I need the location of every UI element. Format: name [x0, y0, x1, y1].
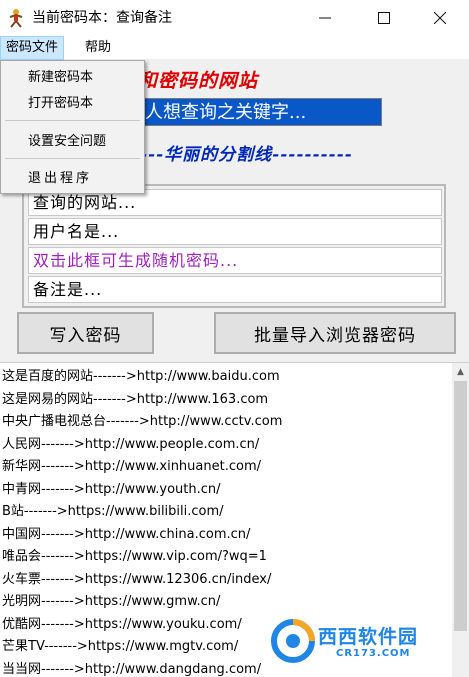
watermark-brand: 西西软件园 [318, 626, 419, 648]
search-input[interactable]: 人想查询之关键字... [138, 98, 382, 126]
list-item[interactable]: 中央广播电视总台------->http://www.cctv.com [2, 411, 442, 433]
list-item[interactable]: 唯品会------->https://www.vip.com/?wq=1 [2, 546, 442, 568]
menu-item-security-question[interactable]: 设置安全问题 [2, 131, 143, 153]
import-browser-passwords-button[interactable]: 批量导入浏览器密码 [214, 312, 456, 354]
list-item[interactable]: B站------->https://www.bilibili.com/ [2, 501, 442, 523]
maximize-icon [378, 12, 390, 24]
list-item[interactable]: 这是网易的网站------->http://www.163.com [2, 389, 442, 411]
list-item[interactable]: 人民网------->http://www.people.com.cn/ [2, 434, 442, 456]
scroll-thumb[interactable] [454, 381, 467, 631]
minimize-button[interactable] [296, 0, 354, 36]
watermark-domain: CR173.COM [336, 648, 411, 659]
decorative-divider-text: ---华丽的分割线---------- [140, 145, 353, 165]
menu-help[interactable]: 帮助 [80, 36, 116, 60]
title-bar: 当前密码本：查询备注 [0, 0, 469, 36]
maximize-button[interactable] [355, 0, 413, 36]
menu-bar: 密码文件 帮助 [0, 36, 469, 60]
list-item[interactable]: 中青网------->http://www.youth.cn/ [2, 479, 442, 501]
menu-separator [5, 120, 140, 121]
minimize-icon [319, 17, 331, 19]
list-item[interactable]: 新华网------->http://www.xinhuanet.com/ [2, 456, 442, 478]
username-field[interactable]: 用户名是... [28, 218, 442, 245]
list-item[interactable]: 火车票------->https://www.12306.cn/index/ [2, 569, 442, 591]
site-watermark: 西西软件园 CR173.COM [270, 618, 460, 666]
scroll-up-icon[interactable]: ▲ [452, 363, 469, 380]
close-button[interactable] [411, 0, 469, 36]
menu-item-new-book[interactable]: 新建密码本 [2, 67, 143, 89]
menu-item-open-book[interactable]: 打开密码本 [2, 93, 143, 115]
entry-fields-group: 查询的网站... 用户名是... 双击此框可生成随机密码... 备注是... [22, 184, 446, 308]
menu-separator [5, 158, 140, 159]
watermark-logo-icon [271, 619, 315, 663]
file-dropdown-menu: 新建密码本 打开密码本 设置安全问题 退出程序 [0, 60, 145, 194]
window-title: 当前密码本：查询备注 [32, 10, 172, 26]
list-item[interactable]: 这是百度的网站------->http://www.baidu.com [2, 366, 442, 388]
list-item[interactable]: 中国网------->http://www.china.com.cn/ [2, 524, 442, 546]
write-password-button[interactable]: 写入密码 [17, 312, 154, 354]
menu-item-exit[interactable]: 退出程序 [2, 168, 143, 190]
note-field[interactable]: 备注是... [28, 276, 442, 303]
app-figure-icon[interactable] [6, 8, 26, 28]
close-icon [434, 12, 446, 24]
password-field[interactable]: 双击此框可生成随机密码... [28, 247, 442, 274]
menu-password-file[interactable]: 密码文件 [0, 36, 65, 60]
list-item[interactable]: 光明网------->https://www.gmw.cn/ [2, 591, 442, 613]
